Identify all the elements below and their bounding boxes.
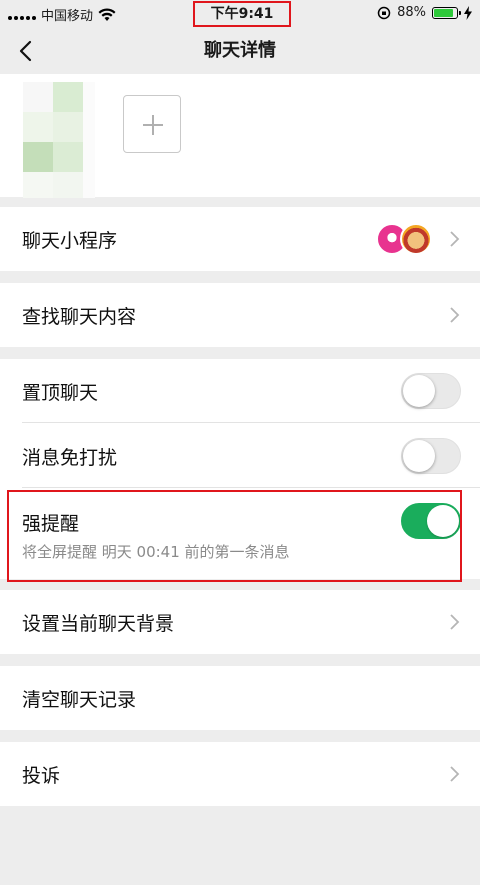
mini-programs-label: 聊天小程序 — [22, 230, 118, 252]
charging-bolt-icon — [464, 5, 472, 20]
status-bar: 中国移动 下午9:41 88% — [0, 0, 480, 28]
search-chat-label: 查找聊天内容 — [22, 306, 137, 328]
clear-history-row[interactable]: 清空聊天记录 — [0, 666, 480, 730]
divider — [22, 422, 480, 423]
chevron-right-icon — [450, 307, 460, 323]
mute-toggle[interactable] — [401, 438, 461, 474]
chevron-right-icon — [450, 231, 460, 247]
back-chevron-icon[interactable] — [14, 38, 40, 64]
chat-background-label: 设置当前聊天背景 — [22, 613, 175, 635]
status-time: 下午9:41 — [193, 1, 291, 27]
battery-icon — [432, 6, 461, 19]
signal-icon — [8, 10, 36, 20]
mini-program-avatar-icon — [400, 223, 432, 255]
chevron-right-icon — [450, 614, 460, 630]
mini-program-icons — [376, 223, 432, 255]
report-row[interactable]: 投诉 — [0, 742, 480, 806]
nav-bar: 聊天详情 — [0, 28, 480, 74]
mute-label: 消息免打扰 — [22, 447, 118, 469]
divider — [22, 487, 480, 488]
wifi-icon — [98, 7, 116, 21]
highlight-box — [7, 490, 462, 582]
members-section — [0, 74, 480, 198]
member-avatar[interactable] — [23, 82, 95, 198]
orientation-lock-icon — [377, 6, 391, 19]
add-member-button[interactable] — [123, 95, 181, 153]
status-left: 中国移动 — [8, 5, 116, 24]
mini-programs-row[interactable]: 聊天小程序 — [0, 207, 480, 271]
report-label: 投诉 — [22, 765, 61, 787]
status-right: 88% — [377, 5, 472, 20]
search-chat-row[interactable]: 查找聊天内容 — [0, 283, 480, 347]
chat-background-row[interactable]: 设置当前聊天背景 — [0, 590, 480, 654]
clear-history-label: 清空聊天记录 — [22, 689, 137, 711]
page-title: 聊天详情 — [204, 40, 276, 61]
pin-chat-label: 置顶聊天 — [22, 382, 99, 404]
pin-chat-toggle[interactable] — [401, 373, 461, 409]
chevron-right-icon — [450, 766, 460, 782]
carrier-label: 中国移动 — [41, 9, 94, 24]
battery-percent: 88% — [397, 5, 426, 20]
